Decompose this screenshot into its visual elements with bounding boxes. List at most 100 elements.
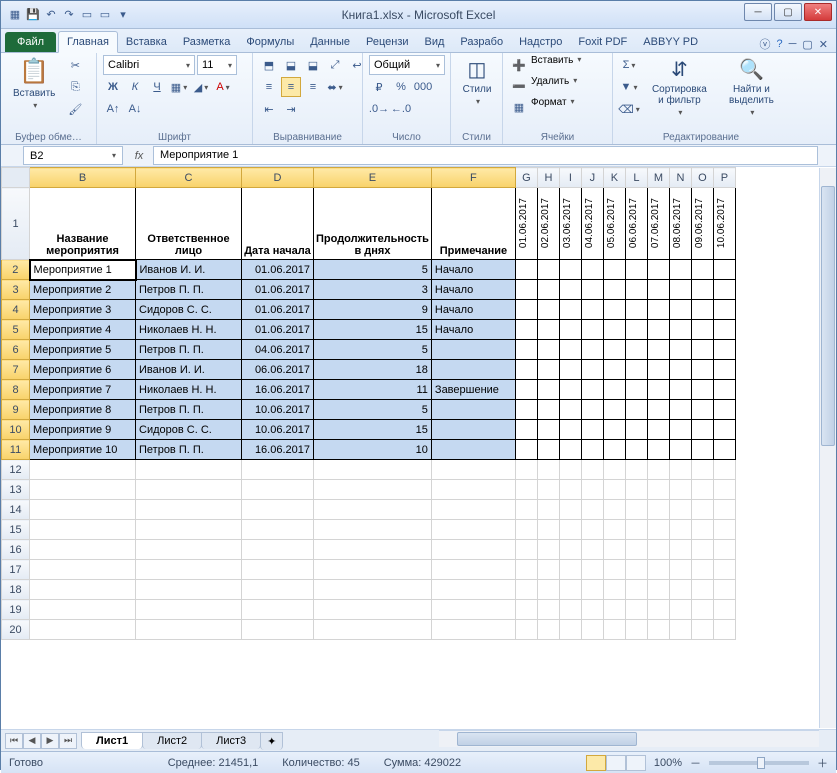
cell[interactable]: Николаев Н. Н. [136,320,242,340]
cell[interactable] [559,440,581,460]
cell[interactable] [669,460,691,480]
date-header-cell[interactable]: 04.06.2017 [581,188,603,260]
cell[interactable] [669,560,691,580]
border-button[interactable]: ▦▾ [169,77,189,97]
cell[interactable] [537,480,559,500]
cell[interactable]: 10.06.2017 [242,420,314,440]
cell[interactable] [603,460,625,480]
date-header-cell[interactable]: 05.06.2017 [603,188,625,260]
cell[interactable] [625,320,647,340]
cell[interactable] [559,460,581,480]
cell[interactable] [314,480,432,500]
cell[interactable] [625,560,647,580]
cell[interactable] [647,540,669,560]
cell[interactable]: 5 [314,260,432,280]
cell[interactable]: Мероприятие 2 [30,280,136,300]
cell[interactable] [431,360,515,380]
cell[interactable] [136,460,242,480]
fx-icon[interactable]: fx [125,145,153,166]
cell[interactable] [136,500,242,520]
cell[interactable] [603,340,625,360]
row-header-17[interactable]: 17 [2,560,30,580]
fill-icon[interactable]: ▼▾ [619,77,639,97]
close-button[interactable]: ✕ [804,3,832,21]
cell[interactable] [647,480,669,500]
cell[interactable] [242,480,314,500]
cell[interactable] [537,400,559,420]
cell[interactable] [559,400,581,420]
cell[interactable] [603,360,625,380]
cell[interactable] [647,340,669,360]
cut-icon[interactable]: ✂ [65,55,85,75]
cell[interactable]: Иванов И. И. [136,260,242,280]
cell[interactable] [581,400,603,420]
cell[interactable] [537,560,559,580]
align-right-icon[interactable]: ≡ [303,77,323,97]
cell[interactable] [647,500,669,520]
cell[interactable] [581,540,603,560]
cell[interactable] [515,420,537,440]
cell[interactable] [691,280,713,300]
help-icon[interactable]: ? [776,38,782,50]
window-close-icon[interactable]: ✕ [819,38,828,51]
cell[interactable] [713,500,735,520]
cell[interactable] [559,560,581,580]
cell[interactable] [713,260,735,280]
cell[interactable] [431,400,515,420]
qat-dropdown-icon[interactable]: ▾ [115,7,131,23]
tab-layout[interactable]: Разметка [175,32,239,52]
cell[interactable] [559,600,581,620]
cell[interactable] [713,300,735,320]
tab-abbyy[interactable]: ABBYY PD [635,32,706,52]
cell[interactable] [559,300,581,320]
tab-formulas[interactable]: Формулы [238,32,302,52]
cell[interactable] [581,460,603,480]
column-header-O[interactable]: O [691,168,713,188]
cell[interactable] [30,560,136,580]
cell[interactable] [647,320,669,340]
cell[interactable] [559,420,581,440]
row-header-9[interactable]: 9 [2,400,30,420]
cell[interactable] [603,320,625,340]
row-header-18[interactable]: 18 [2,580,30,600]
cell[interactable] [431,540,515,560]
undo-icon[interactable]: ↶ [43,7,59,23]
column-header-N[interactable]: N [669,168,691,188]
cell[interactable] [431,480,515,500]
cell[interactable]: 16.06.2017 [242,380,314,400]
cell[interactable] [537,440,559,460]
cell[interactable] [314,540,432,560]
cell[interactable]: Начало [431,320,515,340]
file-tab[interactable]: Файл [5,32,56,52]
table-header-cell[interactable]: Дата начала [242,188,314,260]
row-header-19[interactable]: 19 [2,600,30,620]
cell[interactable] [691,440,713,460]
cell[interactable] [515,580,537,600]
cell[interactable] [625,540,647,560]
column-header-J[interactable]: J [581,168,603,188]
cell[interactable] [559,500,581,520]
cell[interactable] [669,500,691,520]
cell[interactable] [691,580,713,600]
tab-addins[interactable]: Надстро [511,32,570,52]
cell[interactable] [559,320,581,340]
cell[interactable]: 11 [314,380,432,400]
cell[interactable] [515,300,537,320]
tab-dev[interactable]: Разрабо [452,32,511,52]
cell[interactable] [537,500,559,520]
cell[interactable] [537,320,559,340]
cell[interactable] [625,380,647,400]
cell[interactable] [30,500,136,520]
table-header-cell[interactable]: Продолжительность в днях [314,188,432,260]
cell[interactable] [559,520,581,540]
cell[interactable] [559,580,581,600]
cell[interactable] [603,480,625,500]
cell[interactable] [581,260,603,280]
insert-cells-button[interactable]: ➕Вставить▾ [509,55,581,75]
increase-decimal-icon[interactable]: .0→ [369,99,389,119]
cell[interactable] [691,300,713,320]
cell[interactable] [691,360,713,380]
cell[interactable] [691,400,713,420]
cell[interactable] [603,500,625,520]
view-pagebreak-icon[interactable] [626,755,646,771]
